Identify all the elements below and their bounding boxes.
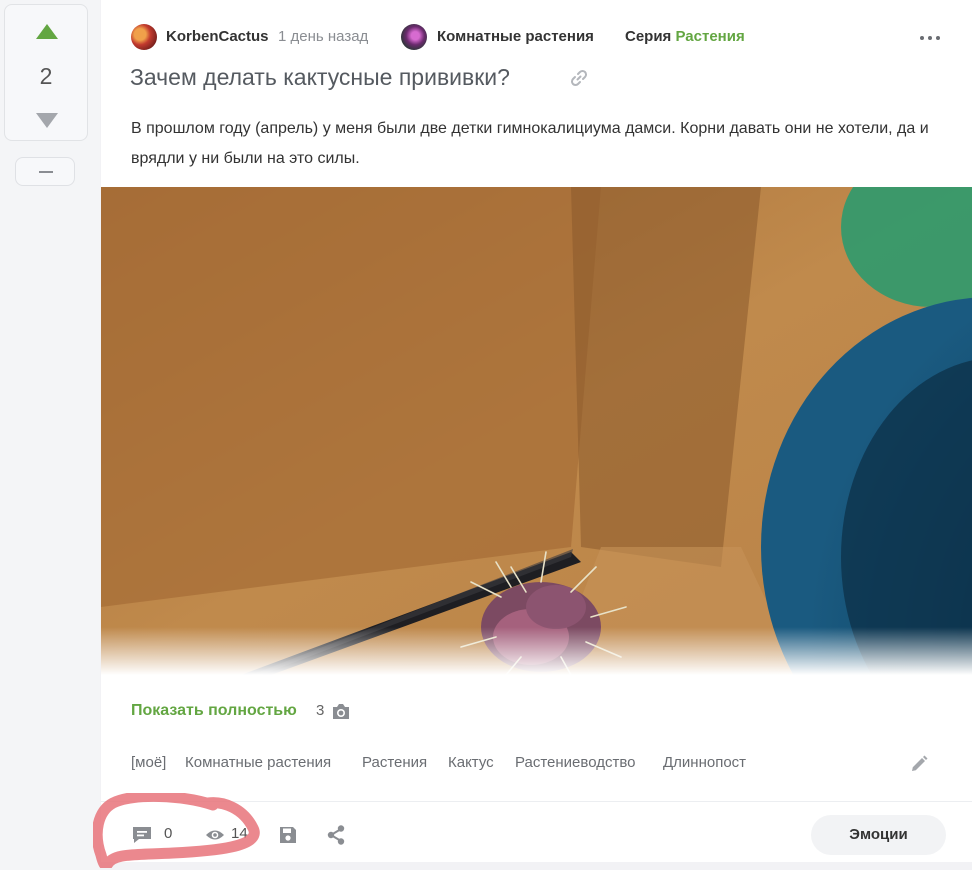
views-icon xyxy=(206,830,224,840)
more-icon[interactable] xyxy=(917,28,943,48)
post-time: 1 день назад xyxy=(278,28,369,45)
tag[interactable]: Комнатные растения xyxy=(185,754,331,771)
comments-icon[interactable] xyxy=(131,825,153,845)
collapse-icon xyxy=(39,171,53,173)
comments-count: 0 xyxy=(164,825,173,842)
collapse-button[interactable] xyxy=(15,157,75,186)
share-icon[interactable] xyxy=(326,824,346,846)
tag[interactable]: Растениеводство xyxy=(515,754,635,771)
footer-divider xyxy=(101,801,972,802)
tag[interactable]: Кактус xyxy=(448,754,494,771)
rating-box: 2 xyxy=(4,4,88,141)
tag[interactable]: [моё] xyxy=(131,754,166,771)
edit-icon[interactable] xyxy=(909,754,929,774)
tag[interactable]: Растения xyxy=(362,754,427,771)
story-image[interactable] xyxy=(101,187,972,675)
emotions-button[interactable]: Эмоции xyxy=(811,815,946,855)
views-count: 14 xyxy=(231,825,248,842)
image-count: 3 xyxy=(316,702,325,719)
author-name[interactable]: KorbenCactus xyxy=(166,28,269,45)
show-more-link[interactable]: Показать полностью xyxy=(131,702,297,720)
community-avatar[interactable] xyxy=(401,24,427,50)
link-icon[interactable] xyxy=(569,68,589,88)
camera-icon xyxy=(333,704,349,719)
upvote-icon[interactable] xyxy=(36,24,58,39)
series-link[interactable]: Растения xyxy=(675,28,744,45)
author-avatar[interactable] xyxy=(131,24,157,50)
story-card: KorbenCactus 1 день назад Комнатные раст… xyxy=(101,0,972,862)
rating-count: 2 xyxy=(39,63,53,89)
series-label: Серия Растения xyxy=(625,28,745,45)
story-body: В прошлом году (апрель) у меня были две … xyxy=(131,120,929,167)
tag[interactable]: Длиннопост xyxy=(663,754,746,771)
story-title[interactable]: Зачем делать кактусные прививки? xyxy=(130,64,510,91)
rating-column: 2 xyxy=(0,0,100,870)
story-header: KorbenCactus 1 день назад Комнатные раст… xyxy=(101,0,972,60)
save-icon[interactable] xyxy=(278,825,298,845)
community-name[interactable]: Комнатные растения xyxy=(437,28,594,45)
downvote-icon[interactable] xyxy=(36,113,58,128)
series-prefix: Серия xyxy=(625,28,672,45)
